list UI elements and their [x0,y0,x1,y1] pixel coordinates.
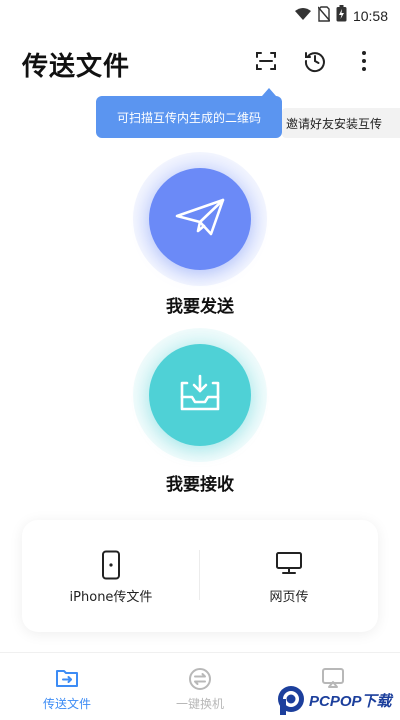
more-button[interactable] [349,48,379,78]
status-icons: 10:58 [294,5,388,26]
inbox-download-icon [178,373,222,417]
scan-tooltip: 可扫描互传内生成的二维码 [96,88,282,138]
web-transfer-button[interactable]: 网页传 [200,520,378,632]
invite-friends-banner[interactable]: 邀请好友安装互传 [282,108,400,138]
nav-item-transfer-files[interactable]: 传送文件 [12,667,122,717]
status-bar: 10:58 [0,0,400,30]
no-sim-icon [317,5,331,26]
phone-icon [22,550,200,580]
folder-transfer-icon [12,667,122,691]
watermark-logo: PCPOP下载 [276,682,392,718]
app-header: 传送文件 [0,40,400,86]
transfer-options-card: iPhone传文件 网页传 [22,520,378,632]
watermark-text: PCPOP下载 [309,692,392,710]
status-time: 10:58 [352,7,388,24]
send-label: 我要发送 [166,297,234,317]
paper-plane-icon [174,197,226,241]
page-title: 传送文件 [22,52,131,82]
history-button[interactable] [300,48,330,78]
scan-button[interactable] [251,48,281,78]
wifi-icon [294,6,312,25]
nav-item-phone-clone[interactable]: 一键换机 [145,667,255,717]
scan-icon [254,49,278,77]
history-icon [303,49,327,77]
receive-button[interactable] [149,344,251,446]
nav-label-phone-clone: 一键换机 [175,697,224,711]
swap-icon [145,667,255,691]
send-button[interactable] [149,168,251,270]
monitor-icon [200,550,378,580]
nav-label-transfer-files: 传送文件 [42,697,91,711]
iphone-transfer-label: iPhone传文件 [69,590,153,605]
web-transfer-label: 网页传 [269,590,309,605]
iphone-transfer-button[interactable]: iPhone传文件 [22,520,200,632]
more-vertical-icon [361,50,367,76]
receive-label: 我要接收 [166,475,234,495]
pcpop-logo-icon [278,686,304,715]
battery-charging-icon [336,5,347,26]
